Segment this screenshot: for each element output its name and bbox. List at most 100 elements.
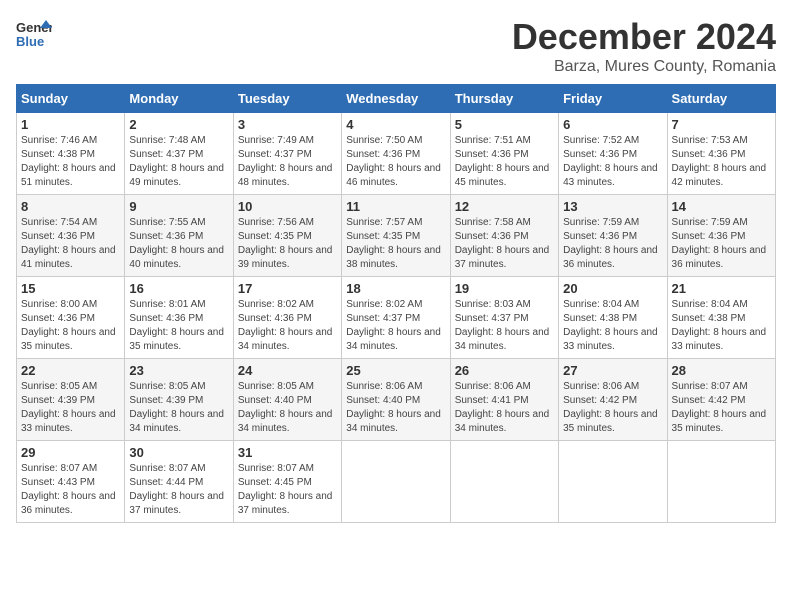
day-number: 8 — [21, 199, 120, 214]
calendar-day-header: Saturday — [667, 85, 775, 113]
day-info: Sunrise: 7:57 AM Sunset: 4:35 PM Dayligh… — [346, 216, 445, 272]
day-number: 12 — [455, 199, 554, 214]
day-info: Sunrise: 7:55 AM Sunset: 4:36 PM Dayligh… — [129, 216, 228, 272]
calendar-week-row: 8 Sunrise: 7:54 AM Sunset: 4:36 PM Daylig… — [17, 195, 776, 277]
day-info: Sunrise: 8:05 AM Sunset: 4:40 PM Dayligh… — [238, 380, 337, 436]
day-number: 20 — [563, 281, 662, 296]
day-number: 10 — [238, 199, 337, 214]
calendar-day-cell: 22Sunrise: 8:05 AM Sunset: 4:39 PM Dayli… — [17, 359, 125, 441]
calendar-day-cell: 29Sunrise: 8:07 AM Sunset: 4:43 PM Dayli… — [17, 441, 125, 523]
day-number: 7 — [672, 117, 771, 132]
day-number: 25 — [346, 363, 445, 378]
calendar-day-cell — [667, 441, 775, 523]
calendar-day-header: Friday — [559, 85, 667, 113]
calendar-day-cell: 9 Sunrise: 7:55 AM Sunset: 4:36 PM Daylig… — [125, 195, 233, 277]
calendar-day-header: Thursday — [450, 85, 558, 113]
day-info: Sunrise: 8:02 AM Sunset: 4:37 PM Dayligh… — [346, 298, 445, 354]
logo: GeneralBlue — [16, 16, 52, 52]
day-number: 27 — [563, 363, 662, 378]
day-number: 1 — [21, 117, 120, 132]
calendar-day-cell: 12 Sunrise: 7:58 AM Sunset: 4:36 PM Dayli… — [450, 195, 558, 277]
day-info: Sunrise: 7:50 AM Sunset: 4:36 PM Dayligh… — [346, 134, 445, 190]
page-header: GeneralBlue December 2024 Barza, Mures C… — [16, 16, 776, 76]
day-info: Sunrise: 7:51 AM Sunset: 4:36 PM Dayligh… — [455, 134, 554, 190]
day-number: 13 — [563, 199, 662, 214]
calendar-day-cell: 10Sunrise: 7:56 AM Sunset: 4:35 PM Dayli… — [233, 195, 341, 277]
calendar-day-cell: 20 Sunrise: 8:04 AM Sunset: 4:38 PM Dayli… — [559, 277, 667, 359]
day-info: Sunrise: 7:59 AM Sunset: 4:36 PM Dayligh… — [563, 216, 662, 272]
day-info: Sunrise: 8:07 AM Sunset: 4:44 PM Dayligh… — [129, 462, 228, 518]
day-number: 5 — [455, 117, 554, 132]
day-info: Sunrise: 7:46 AM Sunset: 4:38 PM Dayligh… — [21, 134, 120, 190]
day-info: Sunrise: 8:03 AM Sunset: 4:37 PM Dayligh… — [455, 298, 554, 354]
calendar-body: 1 Sunrise: 7:46 AM Sunset: 4:38 PM Daylig… — [17, 113, 776, 523]
day-info: Sunrise: 8:04 AM Sunset: 4:38 PM Dayligh… — [672, 298, 771, 354]
day-info: Sunrise: 8:02 AM Sunset: 4:36 PM Dayligh… — [238, 298, 337, 354]
day-info: Sunrise: 8:00 AM Sunset: 4:36 PM Dayligh… — [21, 298, 120, 354]
calendar-day-cell — [342, 441, 450, 523]
day-info: Sunrise: 7:52 AM Sunset: 4:36 PM Dayligh… — [563, 134, 662, 190]
calendar-day-cell: 31Sunrise: 8:07 AM Sunset: 4:45 PM Dayli… — [233, 441, 341, 523]
calendar-day-cell: 11 Sunrise: 7:57 AM Sunset: 4:35 PM Dayli… — [342, 195, 450, 277]
calendar-day-cell: 27 Sunrise: 8:06 AM Sunset: 4:42 PM Dayli… — [559, 359, 667, 441]
calendar-day-cell: 19 Sunrise: 8:03 AM Sunset: 4:37 PM Dayli… — [450, 277, 558, 359]
day-info: Sunrise: 8:06 AM Sunset: 4:41 PM Dayligh… — [455, 380, 554, 436]
day-number: 4 — [346, 117, 445, 132]
calendar-day-cell: 23 Sunrise: 8:05 AM Sunset: 4:39 PM Dayli… — [125, 359, 233, 441]
calendar-day-cell: 15 Sunrise: 8:00 AM Sunset: 4:36 PM Dayli… — [17, 277, 125, 359]
day-number: 23 — [129, 363, 228, 378]
title-area: December 2024 Barza, Mures County, Roman… — [512, 16, 776, 76]
calendar-day-cell: 24 Sunrise: 8:05 AM Sunset: 4:40 PM Dayli… — [233, 359, 341, 441]
calendar-day-cell: 16Sunrise: 8:01 AM Sunset: 4:36 PM Dayli… — [125, 277, 233, 359]
calendar-day-cell: 25Sunrise: 8:06 AM Sunset: 4:40 PM Dayli… — [342, 359, 450, 441]
day-info: Sunrise: 7:59 AM Sunset: 4:36 PM Dayligh… — [672, 216, 771, 272]
day-number: 11 — [346, 199, 445, 214]
day-number: 22 — [21, 363, 120, 378]
day-number: 9 — [129, 199, 228, 214]
day-number: 14 — [672, 199, 771, 214]
logo-icon: GeneralBlue — [16, 16, 52, 52]
day-info: Sunrise: 8:04 AM Sunset: 4:38 PM Dayligh… — [563, 298, 662, 354]
day-info: Sunrise: 7:58 AM Sunset: 4:36 PM Dayligh… — [455, 216, 554, 272]
calendar-day-cell: 8 Sunrise: 7:54 AM Sunset: 4:36 PM Daylig… — [17, 195, 125, 277]
day-number: 26 — [455, 363, 554, 378]
calendar-day-cell: 3Sunrise: 7:49 AM Sunset: 4:37 PM Daylig… — [233, 113, 341, 195]
day-number: 18 — [346, 281, 445, 296]
calendar-day-cell: 14 Sunrise: 7:59 AM Sunset: 4:36 PM Dayli… — [667, 195, 775, 277]
calendar-day-cell: 26 Sunrise: 8:06 AM Sunset: 4:41 PM Dayli… — [450, 359, 558, 441]
day-number: 16 — [129, 281, 228, 296]
calendar-day-cell: 5 Sunrise: 7:51 AM Sunset: 4:36 PM Daylig… — [450, 113, 558, 195]
day-number: 19 — [455, 281, 554, 296]
day-number: 6 — [563, 117, 662, 132]
calendar-day-cell — [450, 441, 558, 523]
calendar-day-header: Wednesday — [342, 85, 450, 113]
day-number: 15 — [21, 281, 120, 296]
calendar-day-cell: 4 Sunrise: 7:50 AM Sunset: 4:36 PM Daylig… — [342, 113, 450, 195]
svg-text:Blue: Blue — [16, 34, 44, 49]
calendar-week-row: 29Sunrise: 8:07 AM Sunset: 4:43 PM Dayli… — [17, 441, 776, 523]
day-number: 21 — [672, 281, 771, 296]
calendar-day-cell: 21 Sunrise: 8:04 AM Sunset: 4:38 PM Dayli… — [667, 277, 775, 359]
day-info: Sunrise: 8:05 AM Sunset: 4:39 PM Dayligh… — [129, 380, 228, 436]
day-info: Sunrise: 7:54 AM Sunset: 4:36 PM Dayligh… — [21, 216, 120, 272]
day-number: 24 — [238, 363, 337, 378]
calendar-table: SundayMondayTuesdayWednesdayThursdayFrid… — [16, 84, 776, 523]
calendar-day-cell: 6 Sunrise: 7:52 AM Sunset: 4:36 PM Daylig… — [559, 113, 667, 195]
day-number: 3 — [238, 117, 337, 132]
day-number: 17 — [238, 281, 337, 296]
calendar-day-cell: 28Sunrise: 8:07 AM Sunset: 4:42 PM Dayli… — [667, 359, 775, 441]
calendar-day-cell: 30 Sunrise: 8:07 AM Sunset: 4:44 PM Dayli… — [125, 441, 233, 523]
calendar-day-cell: 13 Sunrise: 7:59 AM Sunset: 4:36 PM Dayli… — [559, 195, 667, 277]
sub-title: Barza, Mures County, Romania — [512, 58, 776, 76]
day-info: Sunrise: 8:07 AM Sunset: 4:42 PM Dayligh… — [672, 380, 771, 436]
calendar-week-row: 1 Sunrise: 7:46 AM Sunset: 4:38 PM Daylig… — [17, 113, 776, 195]
day-number: 30 — [129, 445, 228, 460]
day-number: 2 — [129, 117, 228, 132]
calendar-day-cell: 17 Sunrise: 8:02 AM Sunset: 4:36 PM Dayli… — [233, 277, 341, 359]
calendar-week-row: 22 Sunrise: 8:05 AM Sunset: 4:39 PM Dayli… — [17, 359, 776, 441]
calendar-header-row: SundayMondayTuesdayWednesdayThursdayFrid… — [17, 85, 776, 113]
day-info: Sunrise: 8:06 AM Sunset: 4:42 PM Dayligh… — [563, 380, 662, 436]
calendar-day-cell: 7Sunrise: 7:53 AM Sunset: 4:36 PM Daylig… — [667, 113, 775, 195]
main-title: December 2024 — [512, 16, 776, 58]
day-info: Sunrise: 7:48 AM Sunset: 4:37 PM Dayligh… — [129, 134, 228, 190]
